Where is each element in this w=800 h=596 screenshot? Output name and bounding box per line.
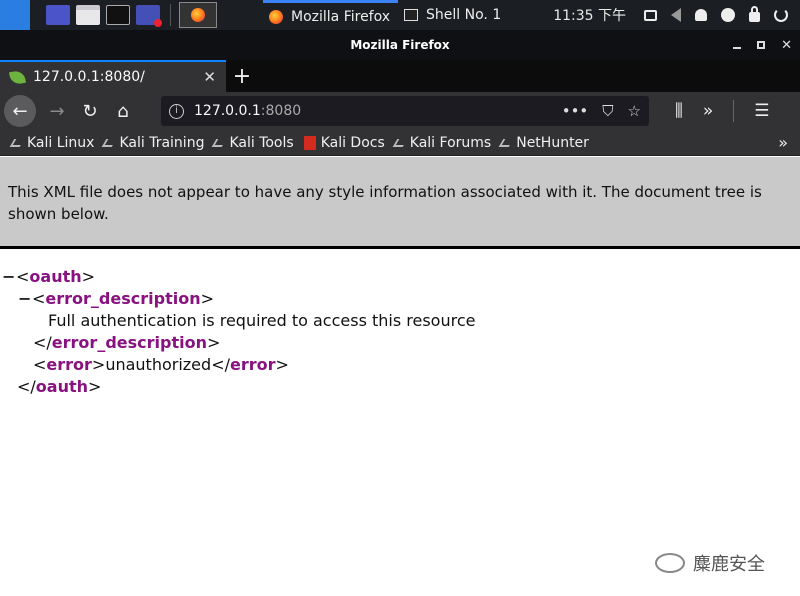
xml-desc-open: −<error_description>	[18, 288, 214, 310]
navigation-toolbar: ← → ↻ ⌂ i 127.0.0.1:8080 ••• ⛉ ☆ ⫼ » ☰	[0, 92, 800, 130]
xml-desc-close: </error_description>	[33, 333, 221, 352]
xml-document-tree: −<oauth> −<error_description> Full authe…	[0, 266, 800, 398]
toolbar-separator	[733, 100, 735, 122]
bookmark-nethunter[interactable]: NetHunter	[498, 134, 589, 151]
tab-active[interactable]: 127.0.0.1:8080/ ✕	[0, 60, 226, 92]
collapse-toggle[interactable]: −	[18, 288, 32, 310]
terminal-launcher-icon[interactable]	[106, 5, 130, 25]
window-title: Mozilla Firefox	[350, 38, 450, 52]
volume-icon[interactable]	[671, 8, 681, 22]
tab-close-icon[interactable]: ✕	[203, 68, 216, 86]
back-button[interactable]: ←	[4, 95, 36, 127]
bookmark-kali-tools[interactable]: Kali Tools	[212, 134, 294, 151]
xml-tag-name: error_description	[51, 333, 207, 352]
minimize-icon[interactable]	[733, 47, 742, 49]
page-actions-icon[interactable]: •••	[562, 102, 589, 120]
task-firefox[interactable]: Mozilla Firefox	[263, 0, 399, 30]
url-bar[interactable]: i 127.0.0.1:8080 ••• ⛉ ☆	[161, 96, 649, 126]
xml-desc-text: Full authentication is required to acces…	[48, 311, 476, 330]
terminal-icon	[404, 9, 419, 21]
close-icon[interactable]: ✕	[781, 38, 792, 53]
url-port: :8080	[260, 103, 302, 119]
maximize-icon[interactable]	[757, 41, 766, 49]
firefox-icon	[269, 9, 283, 24]
kali-dragon-icon	[392, 138, 408, 147]
bookmark-kali-linux[interactable]: Kali Linux	[9, 134, 95, 151]
system-tray: 11:35 下午	[553, 0, 800, 30]
site-info-icon[interactable]: i	[169, 103, 184, 119]
xml-error-text: unauthorized	[105, 355, 212, 374]
pocket-icon[interactable]: ⛉	[602, 102, 613, 120]
xml-oauth-close: </oauth>	[17, 377, 102, 396]
xml-tag-name: oauth	[29, 267, 82, 286]
task-shell[interactable]: Shell No. 1	[398, 0, 509, 30]
reload-icon: ↻	[82, 100, 98, 122]
tab-strip: 127.0.0.1:8080/ ✕ +	[0, 60, 800, 92]
arrow-right-icon: →	[49, 100, 65, 122]
taskbar-separator	[170, 4, 171, 26]
bookmark-label: Kali Docs	[320, 134, 385, 151]
tab-title: 127.0.0.1:8080/	[33, 69, 145, 85]
wechat-logo-icon	[655, 553, 685, 573]
home-icon: ⌂	[117, 100, 129, 122]
power-manager-icon[interactable]	[721, 8, 735, 22]
xml-oauth-open: −<oauth>	[2, 266, 96, 288]
toolbar-right: ⫼ » ☰	[675, 100, 769, 122]
bookmark-kali-training[interactable]: Kali Training	[102, 134, 205, 151]
kali-dragon-icon	[9, 138, 25, 147]
spring-leaf-icon	[8, 69, 27, 85]
home-button[interactable]: ⌂	[108, 96, 138, 126]
kali-dragon-icon	[102, 138, 117, 147]
xml-tag-name: error_description	[45, 289, 201, 308]
kali-dragon-icon	[212, 138, 227, 147]
forward-button[interactable]: →	[42, 96, 72, 126]
bookmark-label: Kali Forums	[409, 134, 492, 151]
plus-icon: +	[232, 63, 252, 89]
bookmark-label: Kali Training	[119, 134, 205, 151]
library-icon[interactable]: ⫼	[675, 101, 683, 121]
system-taskbar: Mozilla Firefox Shell No. 1 11:35 下午	[0, 0, 800, 30]
xml-tag-name: error	[46, 355, 92, 374]
bookmark-kali-forums[interactable]: Kali Forums	[392, 134, 492, 151]
arrow-left-icon: ←	[12, 100, 28, 122]
bookmark-label: Kali Tools	[229, 134, 294, 151]
bookmark-label: NetHunter	[516, 134, 589, 151]
screen-recorder-icon[interactable]	[136, 5, 162, 27]
overflow-chevron-icon[interactable]: »	[703, 101, 713, 121]
lock-screen-icon[interactable]	[749, 6, 760, 22]
window-controls: ✕	[733, 30, 792, 60]
task-firefox-label: Mozilla Firefox	[291, 8, 391, 25]
watermark: 麋鹿安全	[655, 550, 765, 576]
xml-error-element: <error>unauthorized</error>	[33, 355, 289, 374]
desktop-icon[interactable]	[46, 5, 70, 25]
watermark-text: 麋鹿安全	[693, 554, 765, 575]
xml-style-notice: This XML file does not appear to have an…	[0, 157, 800, 249]
firefox-icon	[191, 8, 205, 22]
bookmarks-overflow-icon[interactable]: »	[778, 133, 788, 152]
kali-docs-icon	[303, 135, 316, 150]
bookmark-label: Kali Linux	[27, 134, 95, 151]
new-tab-button[interactable]: +	[226, 60, 258, 92]
nethunter-icon	[498, 138, 514, 147]
bookmark-star-icon[interactable]: ☆	[628, 102, 641, 120]
hamburger-menu-icon[interactable]: ☰	[754, 101, 769, 121]
file-manager-icon[interactable]	[76, 5, 100, 25]
kali-menu-icon[interactable]	[0, 0, 30, 30]
task-shell-label: Shell No. 1	[426, 7, 502, 23]
bookmark-kali-docs[interactable]: Kali Docs	[303, 134, 385, 151]
bookmarks-toolbar: Kali Linux Kali Training Kali Tools Kali…	[0, 130, 800, 156]
url-host: 127.0.0.1	[194, 103, 261, 119]
xml-tag-name: error	[229, 355, 276, 374]
firefox-launcher[interactable]	[179, 2, 217, 28]
window-titlebar[interactable]: Mozilla Firefox ✕	[0, 30, 800, 60]
xml-tag-name: oauth	[35, 377, 89, 396]
reload-button[interactable]: ↻	[75, 96, 105, 126]
display-icon[interactable]	[644, 9, 657, 21]
notification-bell-icon[interactable]	[695, 9, 707, 21]
power-icon[interactable]	[774, 8, 788, 22]
clock[interactable]: 11:35 下午	[553, 5, 626, 25]
collapse-toggle[interactable]: −	[2, 266, 16, 288]
